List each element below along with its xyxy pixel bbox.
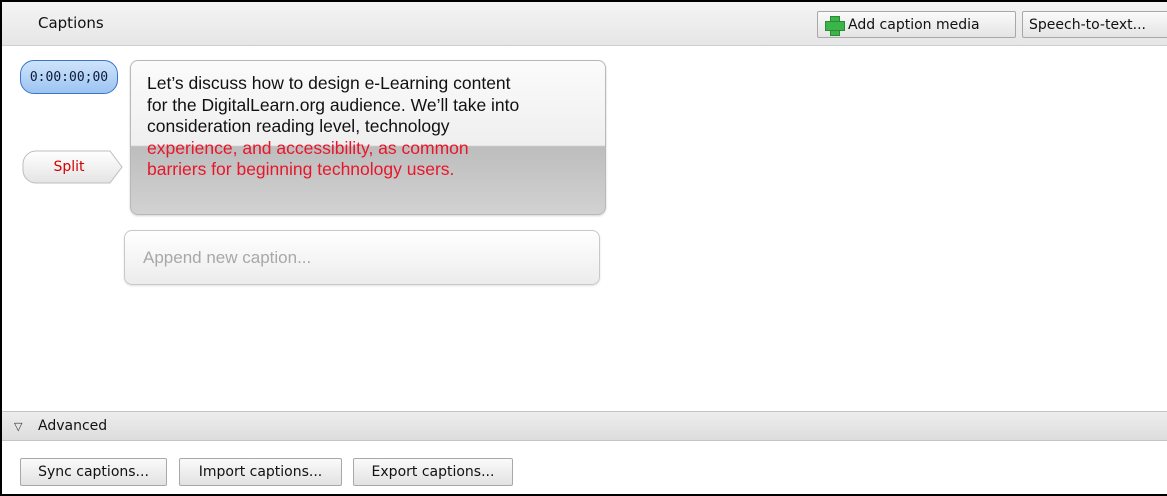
triangle-down-icon: ▽: [14, 419, 23, 433]
speech-to-text-button[interactable]: Speech-to-text...: [1022, 11, 1167, 38]
caption-line: for the DigitalLearn.org audience. We’ll…: [147, 94, 520, 115]
caption-line-highlighted: barriers for beginning technology users.: [147, 159, 455, 179]
caption-text-box[interactable]: Let’s discuss how to design e-Learning c…: [130, 60, 606, 215]
plus-icon: [824, 15, 845, 36]
caption-line-highlighted: experience, and accessibility, as common: [147, 137, 469, 158]
split-label: Split: [53, 159, 85, 175]
speech-to-text-label: Speech-to-text...: [1029, 16, 1146, 33]
captions-panel: Captions Add caption media Speech-to-tex…: [0, 0, 1167, 496]
advanced-section-toggle[interactable]: ▽ Advanced: [2, 411, 1167, 441]
caption-timestamp[interactable]: 0:00:00;00: [20, 60, 118, 94]
panel-title: Captions: [38, 14, 104, 32]
export-captions-button[interactable]: Export captions...: [353, 458, 513, 486]
caption-line: consideration reading level, technology: [147, 116, 450, 136]
advanced-label: Advanced: [38, 418, 108, 434]
split-button[interactable]: Split: [22, 150, 124, 184]
caption-line: Let’s discuss how to design e-Learning c…: [147, 73, 511, 93]
import-captions-button[interactable]: Import captions...: [179, 458, 342, 486]
captions-header: Captions Add caption media Speech-to-tex…: [2, 2, 1167, 46]
add-caption-media-label: Add caption media: [848, 16, 980, 33]
add-caption-media-button[interactable]: Add caption media: [817, 11, 1016, 38]
append-caption-input[interactable]: Append new caption...: [124, 230, 600, 285]
sync-captions-button[interactable]: Sync captions...: [20, 458, 167, 486]
